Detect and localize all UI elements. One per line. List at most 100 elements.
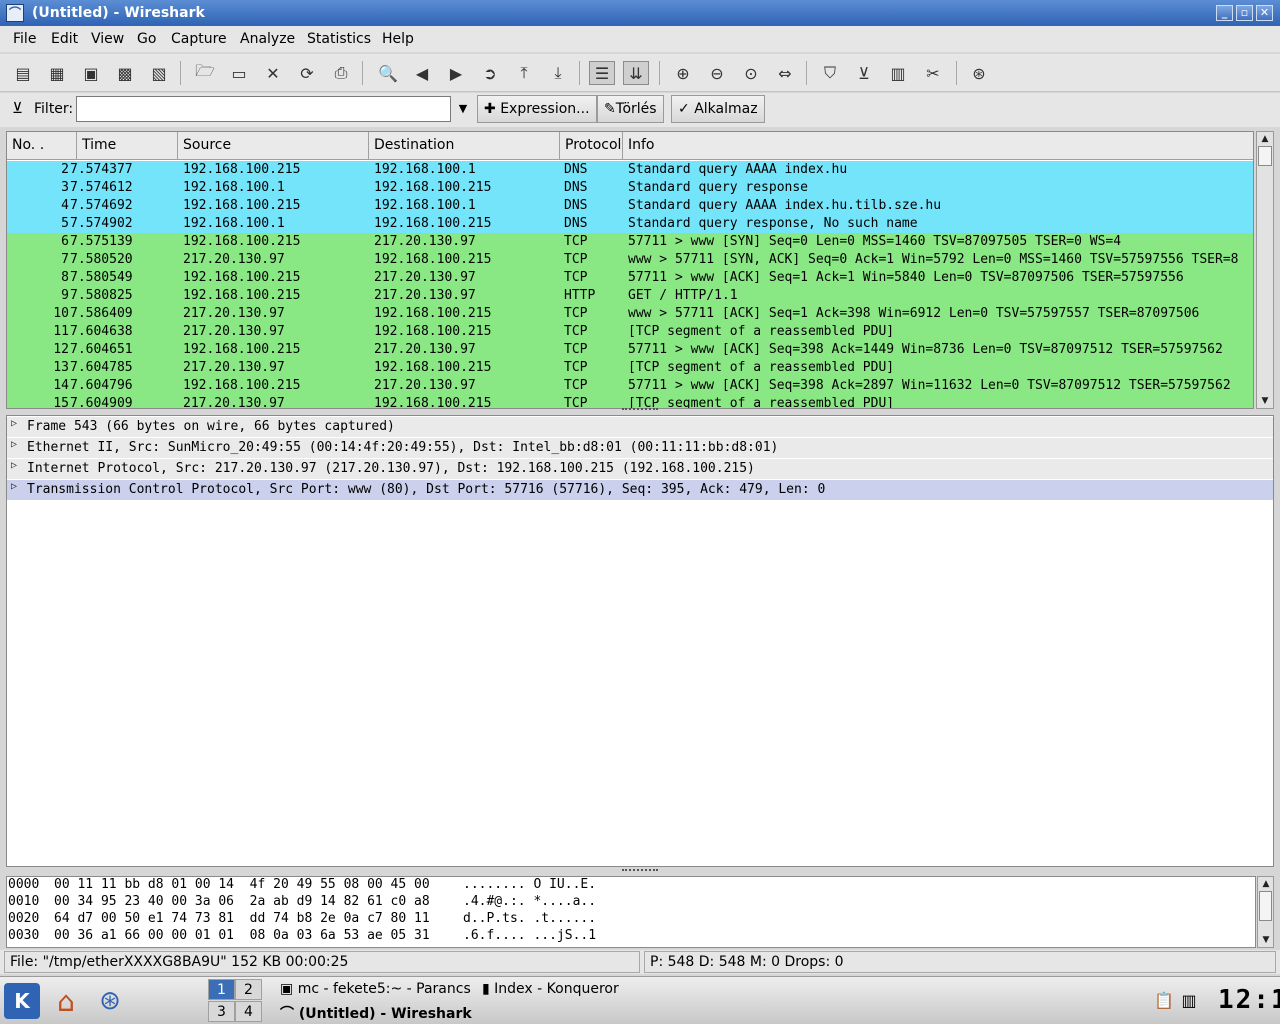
table-row[interactable]: 13 7.604785 217.20.130.97 192.168.100.215 TC… [7, 359, 1253, 377]
menu-statistics[interactable]: Statistics [307, 31, 371, 47]
help-icon[interactable]: ⊛ [966, 61, 992, 85]
auto-scroll-icon[interactable]: ⇊ [623, 61, 649, 85]
go-back-icon[interactable]: ◀ [409, 61, 435, 85]
packet-details-tree[interactable]: ▷ Frame 543 (66 bytes on wire, 66 bytes c… [6, 415, 1274, 867]
menu-go[interactable]: Go [137, 31, 156, 47]
table-row[interactable]: 14 7.604796 192.168.100.215 217.20.130.97 TC… [7, 377, 1253, 395]
close-button[interactable]: ✕ [1256, 5, 1273, 21]
save-icon[interactable]: ▭ [226, 61, 252, 85]
cell-src: 217.20.130.97 [183, 360, 285, 375]
close-file-icon[interactable]: ✕ [260, 61, 286, 85]
tree-item-tcp[interactable]: ▷ Transmission Control Protocol, Src Port… [7, 480, 1273, 500]
table-row[interactable]: 7 7.580520 217.20.130.97 192.168.100.215 TCP… [7, 251, 1253, 269]
preferences-icon[interactable]: ✂ [920, 61, 946, 85]
packet-bytes-pane[interactable]: 0000 00 11 11 bb d8 01 00 14 4f 20 49 55 … [6, 876, 1256, 948]
tree-item-frame[interactable]: ▷ Frame 543 (66 bytes on wire, 66 bytes c… [7, 417, 1273, 437]
clear-filter-button[interactable]: ✎Törlés [597, 95, 664, 123]
table-row[interactable]: 4 7.574692 192.168.100.215 192.168.100.1 DNS… [7, 197, 1253, 215]
task-wireshark[interactable]: ⌒ (Untitled) - Wireshark [280, 1003, 480, 1023]
column-header-time[interactable]: Time [77, 132, 178, 159]
column-header-no[interactable]: No. . [7, 132, 77, 159]
table-row[interactable]: 3 7.574612 192.168.100.1 192.168.100.215 DNS… [7, 179, 1253, 197]
home-icon[interactable]: ⌂ [48, 983, 84, 1019]
open-folder-icon[interactable]: 🗁 [192, 61, 218, 85]
table-row[interactable]: 2 7.574377 192.168.100.215 192.168.100.1 DNS… [7, 161, 1253, 179]
column-header-destination[interactable]: Destination [369, 132, 560, 159]
table-row[interactable]: 5 7.574902 192.168.100.1 192.168.100.215 DNS… [7, 215, 1253, 233]
window-titlebar[interactable]: ⌒ (Untitled) - Wireshark _ ▫ ✕ [0, 0, 1280, 26]
table-row[interactable]: 9 7.580825 192.168.100.215 217.20.130.97 HTT… [7, 287, 1253, 305]
expression-button[interactable]: ✚ Expression... [477, 95, 597, 123]
zoom-out-icon[interactable]: ⊖ [704, 61, 730, 85]
desktop-pager-3[interactable]: 3 [208, 1001, 235, 1022]
menu-analyze[interactable]: Analyze [240, 31, 295, 47]
scroll-up-arrow-icon[interactable]: ▲ [1257, 132, 1273, 146]
packet-list[interactable]: No. . Time Source Destination Protocol I… [6, 131, 1254, 409]
colorize-icon[interactable]: ☰ [589, 61, 615, 85]
minimize-button[interactable]: _ [1216, 5, 1233, 21]
wireshark-app-icon[interactable]: ⌒ [6, 4, 24, 22]
scroll-down-arrow-icon[interactable]: ▼ [1257, 394, 1273, 408]
filter-dropdown-chevron-down-icon[interactable]: ▼ [452, 96, 474, 122]
menu-view[interactable]: View [91, 31, 124, 47]
expand-triangle-icon[interactable]: ▷ [11, 460, 17, 471]
maximize-button[interactable]: ▫ [1236, 5, 1253, 21]
first-packet-icon[interactable]: ⤒ [511, 61, 537, 85]
klipper-icon[interactable]: 📋 [1154, 989, 1174, 1011]
pane-splitter-handle[interactable] [622, 869, 658, 875]
menu-help[interactable]: Help [382, 31, 414, 47]
capture-stop-icon[interactable]: ▩ [112, 61, 138, 85]
reload-icon[interactable]: ⟳ [294, 61, 320, 85]
coloring-rules-icon[interactable]: ▥ [885, 61, 911, 85]
kde-menu-icon[interactable]: K [4, 983, 40, 1019]
column-header-source[interactable]: Source [178, 132, 369, 159]
table-row[interactable]: 12 7.604651 192.168.100.215 217.20.130.97 TC… [7, 341, 1253, 359]
packet-list-scrollbar[interactable]: ▲ ▼ [1256, 131, 1274, 409]
go-to-packet-icon[interactable]: ➲ [477, 61, 503, 85]
capture-restart-icon[interactable]: ▧ [146, 61, 172, 85]
zoom-in-icon[interactable]: ⊕ [670, 61, 696, 85]
go-forward-icon[interactable]: ▶ [443, 61, 469, 85]
network-monitor-icon[interactable]: ▥ [1178, 989, 1200, 1011]
capture-options-icon[interactable]: ▦ [44, 61, 70, 85]
resize-columns-icon[interactable]: ⇔ [772, 61, 798, 85]
menu-capture[interactable]: Capture [171, 31, 227, 47]
scroll-down-arrow-icon[interactable]: ▼ [1258, 933, 1274, 947]
print-icon[interactable]: ⎙ [328, 61, 354, 85]
table-row[interactable]: 8 7.580549 192.168.100.215 217.20.130.97 TCP… [7, 269, 1253, 287]
display-filters-icon[interactable]: ⊻ [851, 61, 877, 85]
table-row[interactable]: 10 7.586409 217.20.130.97 192.168.100.215 TC… [7, 305, 1253, 323]
expand-triangle-icon[interactable]: ▷ [11, 439, 17, 450]
table-row[interactable]: 15 7.604909 217.20.130.97 192.168.100.215 TC… [7, 395, 1253, 408]
task-mc-terminal[interactable]: ▣ mc - fekete5:~ - Parancs [280, 981, 472, 997]
desktop-pager-4[interactable]: 4 [235, 1001, 262, 1022]
interfaces-icon[interactable]: ▤ [10, 61, 36, 85]
clock[interactable]: 12:16 [1218, 985, 1280, 1015]
scrollbar-thumb[interactable] [1259, 891, 1272, 921]
table-row[interactable]: 6 7.575139 192.168.100.215 217.20.130.97 TCP… [7, 233, 1253, 251]
expand-triangle-icon[interactable]: ▷ [11, 481, 17, 492]
column-header-protocol[interactable]: Protocol [560, 132, 623, 159]
konqueror-icon[interactable]: ⊛ [92, 983, 128, 1019]
task-konqueror[interactable]: ▮ Index - Konqueror [482, 981, 632, 997]
tree-item-ip[interactable]: ▷ Internet Protocol, Src: 217.20.130.97 (… [7, 459, 1273, 479]
filter-input[interactable] [76, 96, 451, 122]
zoom-normal-icon[interactable]: ⊙ [738, 61, 764, 85]
scroll-up-arrow-icon[interactable]: ▲ [1258, 877, 1274, 891]
scrollbar-thumb[interactable] [1258, 146, 1272, 166]
menu-file[interactable]: File [13, 31, 36, 47]
menu-edit[interactable]: Edit [51, 31, 78, 47]
pane-splitter-handle[interactable] [622, 408, 658, 414]
last-packet-icon[interactable]: ⤓ [545, 61, 571, 85]
table-row[interactable]: 11 7.604638 217.20.130.97 192.168.100.215 TC… [7, 323, 1253, 341]
capture-start-icon[interactable]: ▣ [78, 61, 104, 85]
desktop-pager-2[interactable]: 2 [235, 979, 262, 1000]
capture-filters-icon[interactable]: ⛉ [817, 61, 843, 85]
column-header-info[interactable]: Info [623, 132, 1253, 159]
bytes-pane-scrollbar[interactable]: ▲ ▼ [1257, 876, 1274, 948]
desktop-pager-1[interactable]: 1 [208, 979, 235, 1000]
apply-filter-button[interactable]: ✓ Alkalmaz [671, 95, 765, 123]
find-packet-icon[interactable]: 🔍 [375, 61, 401, 85]
expand-triangle-icon[interactable]: ▷ [11, 418, 17, 429]
tree-item-ethernet[interactable]: ▷ Ethernet II, Src: SunMicro_20:49:55 (00… [7, 438, 1273, 458]
